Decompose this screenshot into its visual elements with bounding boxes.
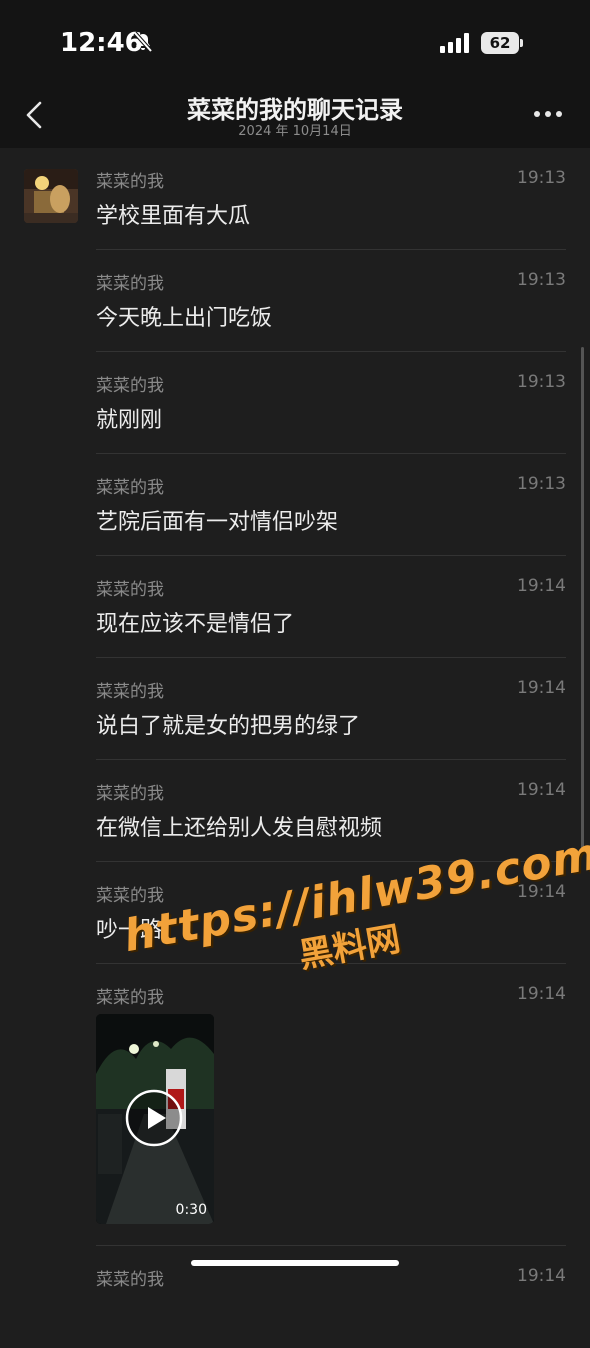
play-icon[interactable] <box>125 1089 183 1147</box>
sender-name: 菜菜的我 <box>96 274 164 294</box>
message-time: 19:13 <box>517 474 566 494</box>
chat-date: 2024 年 10月14日 <box>238 124 352 139</box>
message-time: 19:14 <box>517 678 566 698</box>
message-item[interactable]: 菜菜的我 19:14 说白了就是女的把男的绿了 <box>96 658 566 760</box>
status-bar: 12:46 62 <box>0 0 590 80</box>
message-item[interactable]: 菜菜的我 19:14 现在应该不是情侣了 <box>96 556 566 658</box>
message-time: 19:14 <box>517 780 566 800</box>
sender-name: 菜菜的我 <box>96 478 164 498</box>
bell-slash-icon <box>133 31 153 53</box>
message-text: 说白了就是女的把男的绿了 <box>96 714 361 739</box>
message-text: 就刚刚 <box>96 408 163 433</box>
message-time: 19:13 <box>517 270 566 290</box>
sender-name: 菜菜的我 <box>96 172 164 192</box>
avatar[interactable] <box>24 169 78 223</box>
message-text: 在微信上还给别人发自慰视频 <box>96 816 383 841</box>
message-text: 艺院后面有一对情侣吵架 <box>96 510 339 535</box>
battery-cap <box>520 39 523 47</box>
message-item[interactable]: 菜菜的我 19:13 今天晚上出门吃饭 <box>96 250 566 352</box>
home-indicator[interactable] <box>191 1260 399 1266</box>
message-list[interactable]: 菜菜的我 19:13 学校里面有大瓜 菜菜的我 19:13 今天晚上出门吃饭 菜… <box>0 148 590 1290</box>
message-time: 19:14 <box>517 1266 566 1286</box>
sender-name: 菜菜的我 <box>96 1270 164 1290</box>
sender-name: 菜菜的我 <box>96 682 164 702</box>
message-time: 19:14 <box>517 984 566 1004</box>
video-thumbnail[interactable]: 0:30 <box>96 1014 214 1224</box>
sender-name: 菜菜的我 <box>96 886 164 906</box>
message-item[interactable]: 菜菜的我 19:13 就刚刚 <box>96 352 566 454</box>
status-time: 12:46 <box>60 28 143 58</box>
message-item[interactable]: 菜菜的我 19:14 0:30 <box>96 964 566 1246</box>
message-time: 19:13 <box>517 168 566 188</box>
message-text: 现在应该不是情侣了 <box>96 612 295 637</box>
message-item[interactable]: 菜菜的我 19:13 艺院后面有一对情侣吵架 <box>96 454 566 556</box>
sender-name: 菜菜的我 <box>96 784 164 804</box>
message-text: 今天晚上出门吃饭 <box>96 306 273 331</box>
message-time: 19:14 <box>517 576 566 596</box>
message-item[interactable]: 菜菜的我 19:13 学校里面有大瓜 <box>96 148 566 250</box>
video-duration: 0:30 <box>175 1202 207 1218</box>
cellular-signal-icon <box>440 33 469 53</box>
chat-history-header: 菜菜的我的聊天记录 2024 年 10月14日 <box>0 80 590 148</box>
sender-name: 菜菜的我 <box>96 580 164 600</box>
battery-indicator: 62 <box>481 32 519 54</box>
sender-name: 菜菜的我 <box>96 376 164 396</box>
ellipsis-icon[interactable] <box>533 110 563 118</box>
message-text: 学校里面有大瓜 <box>96 204 251 229</box>
message-time: 19:13 <box>517 372 566 392</box>
scrollbar[interactable] <box>581 347 584 852</box>
